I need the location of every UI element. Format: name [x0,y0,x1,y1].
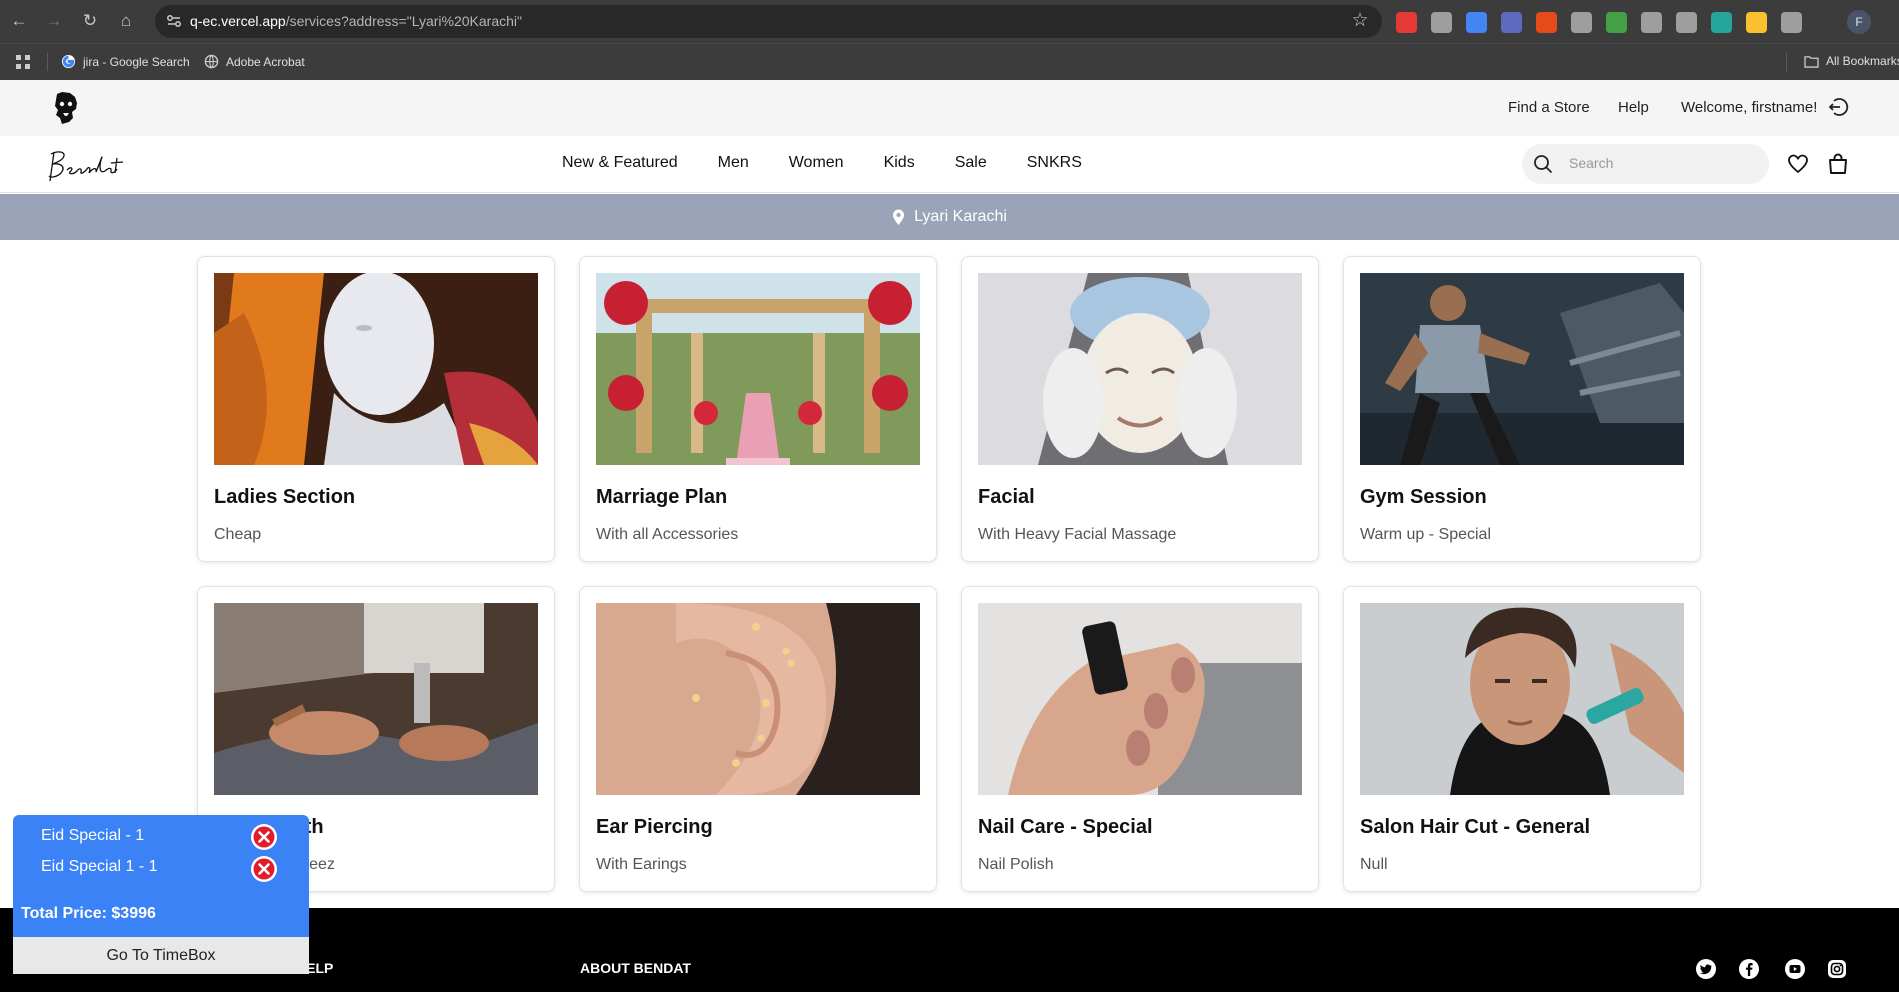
service-subtitle: Cheap [214,526,262,543]
service-title[interactable]: Nail Care - Special [978,816,1302,839]
extension-icon[interactable] [1571,11,1592,33]
service-card[interactable]: Nail Care - Special Nail Polish [961,586,1319,892]
bookmark-jira[interactable]: jira - Google Search [61,54,190,69]
reload-icon[interactable]: ↻ [79,10,101,32]
extension-icon[interactable] [1746,11,1767,33]
google-icon [61,54,76,69]
cart-item: Eid Special - 1 [41,827,145,844]
bookmark-star-icon[interactable]: ☆ [1350,11,1370,31]
map-pin-icon [893,209,905,225]
service-subtitle: Warm up - Special [1360,526,1491,543]
cart-item: Eid Special 1 - 1 [41,858,158,875]
service-image-wedding-aisle[interactable] [596,273,920,465]
bookmarks-bar: jira - Google Search Adobe Acrobat All B… [0,43,1899,80]
search-icon[interactable] [1532,153,1554,175]
nav-link-new-featured[interactable]: New & Featured [562,154,678,172]
extension-icon[interactable] [1606,11,1627,33]
location-text: Lyari Karachi [914,208,1007,225]
service-subtitle: With Earings [596,856,687,873]
remove-item-icon[interactable] [250,823,278,851]
service-title[interactable]: Ear Piercing [596,816,920,839]
welcome-text: Welcome, firstname! [1681,99,1818,116]
facebook-icon[interactable] [1738,958,1760,980]
service-card[interactable]: Gym Session Warm up - Special [1343,256,1701,562]
home-icon[interactable]: ⌂ [115,10,137,32]
extension-icon[interactable] [1431,11,1452,33]
find-store-link[interactable]: Find a Store [1508,99,1590,116]
nav-link-snkrs[interactable]: SNKRS [1027,154,1082,172]
service-subtitle: Nail Polish [978,856,1054,873]
profile-avatar[interactable]: F [1847,10,1871,34]
service-title[interactable]: Ladies Section [214,486,538,509]
service-image-haircut[interactable] [1360,603,1684,795]
extension-icon[interactable] [1536,11,1557,33]
search-input[interactable] [1569,155,1749,171]
nav-link-women[interactable]: Women [789,154,844,172]
service-subtitle: Null [1360,856,1388,873]
back-icon[interactable]: ← [8,10,30,32]
all-bookmarks[interactable]: All Bookmarks [1804,54,1899,68]
bendat-script-logo[interactable] [45,146,129,186]
apps-grid-icon[interactable] [15,54,31,70]
service-title[interactable]: Gym Session [1360,486,1684,509]
favorites-heart-icon[interactable] [1787,153,1809,175]
nav-link-kids[interactable]: Kids [884,154,915,172]
address-bar[interactable]: q-ec.vercel.app/services?address="Lyari%… [155,5,1382,38]
service-image-nails[interactable] [978,603,1302,795]
service-image-sewing[interactable] [214,603,538,795]
cart-total: Total Price: $3996 [21,905,156,922]
service-image-ear[interactable] [596,603,920,795]
bookmarks-separator [47,53,48,71]
service-card[interactable]: Marriage Plan With all Accessories [579,256,937,562]
service-image-mannequin[interactable] [214,273,538,465]
service-title[interactable]: Salon Hair Cut - General [1360,816,1684,839]
search-box[interactable] [1522,144,1769,184]
extension-icon[interactable] [1641,11,1662,33]
help-link[interactable]: Help [1618,99,1649,116]
nav-link-sale[interactable]: Sale [955,154,987,172]
nav-link-men[interactable]: Men [718,154,749,172]
service-subtitle: With Heavy Facial Massage [978,526,1177,543]
cart-popup: Eid Special - 1 Eid Special 1 - 1 Total … [13,815,309,974]
service-title[interactable]: Marriage Plan [596,486,920,509]
browser-toolbar: ← → ↻ ⌂ q-ec.vercel.app/services?address… [0,0,1899,43]
extension-icon[interactable] [1466,11,1487,33]
service-card[interactable]: Salon Hair Cut - General Null [1343,586,1701,892]
forward-icon[interactable]: → [43,10,65,32]
globe-icon [204,54,219,69]
extension-icon[interactable] [1396,11,1417,33]
skull-logo-icon[interactable] [52,91,80,125]
site-info-icon[interactable] [165,12,183,30]
service-card[interactable]: Ear Piercing With Earings [579,586,937,892]
category-nav: New & Featured Men Women Kids Sale SNKRS [562,154,1082,172]
extension-icon[interactable] [1781,11,1802,33]
remove-item-icon[interactable] [250,855,278,883]
location-bar: Lyari Karachi [0,194,1899,240]
instagram-icon[interactable] [1826,958,1848,980]
service-image-treadmill[interactable] [1360,273,1684,465]
service-subtitle: With all Accessories [596,526,739,543]
main-nav: New & Featured Men Women Kids Sale SNKRS [0,136,1899,193]
service-title[interactable]: Facial [978,486,1302,509]
service-card[interactable]: Facial With Heavy Facial Massage [961,256,1319,562]
footer-about-heading[interactable]: ABOUT BENDAT [580,960,691,976]
service-image-facial[interactable] [978,273,1302,465]
extension-icon[interactable] [1711,11,1732,33]
utility-bar: Find a Store Help Welcome, firstname! [0,80,1899,136]
service-card[interactable]: Ladies Section Cheap [197,256,555,562]
bookmark-adobe[interactable]: Adobe Acrobat [204,54,305,69]
logout-icon[interactable] [1827,96,1849,118]
youtube-icon[interactable] [1784,958,1806,980]
url-text: q-ec.vercel.app/services?address="Lyari%… [190,13,522,29]
twitter-icon[interactable] [1695,958,1717,980]
go-to-timebox-button[interactable]: Go To TimeBox [13,937,309,974]
extensions-bar [1396,11,1802,33]
extension-icon[interactable] [1501,11,1522,33]
bookmarks-separator [1786,53,1787,71]
shopping-bag-icon[interactable] [1826,152,1850,176]
folder-icon [1804,55,1819,68]
extension-icon[interactable] [1676,11,1697,33]
service-grid: Ladies Section Cheap Marriage Plan With all… [197,256,1702,892]
